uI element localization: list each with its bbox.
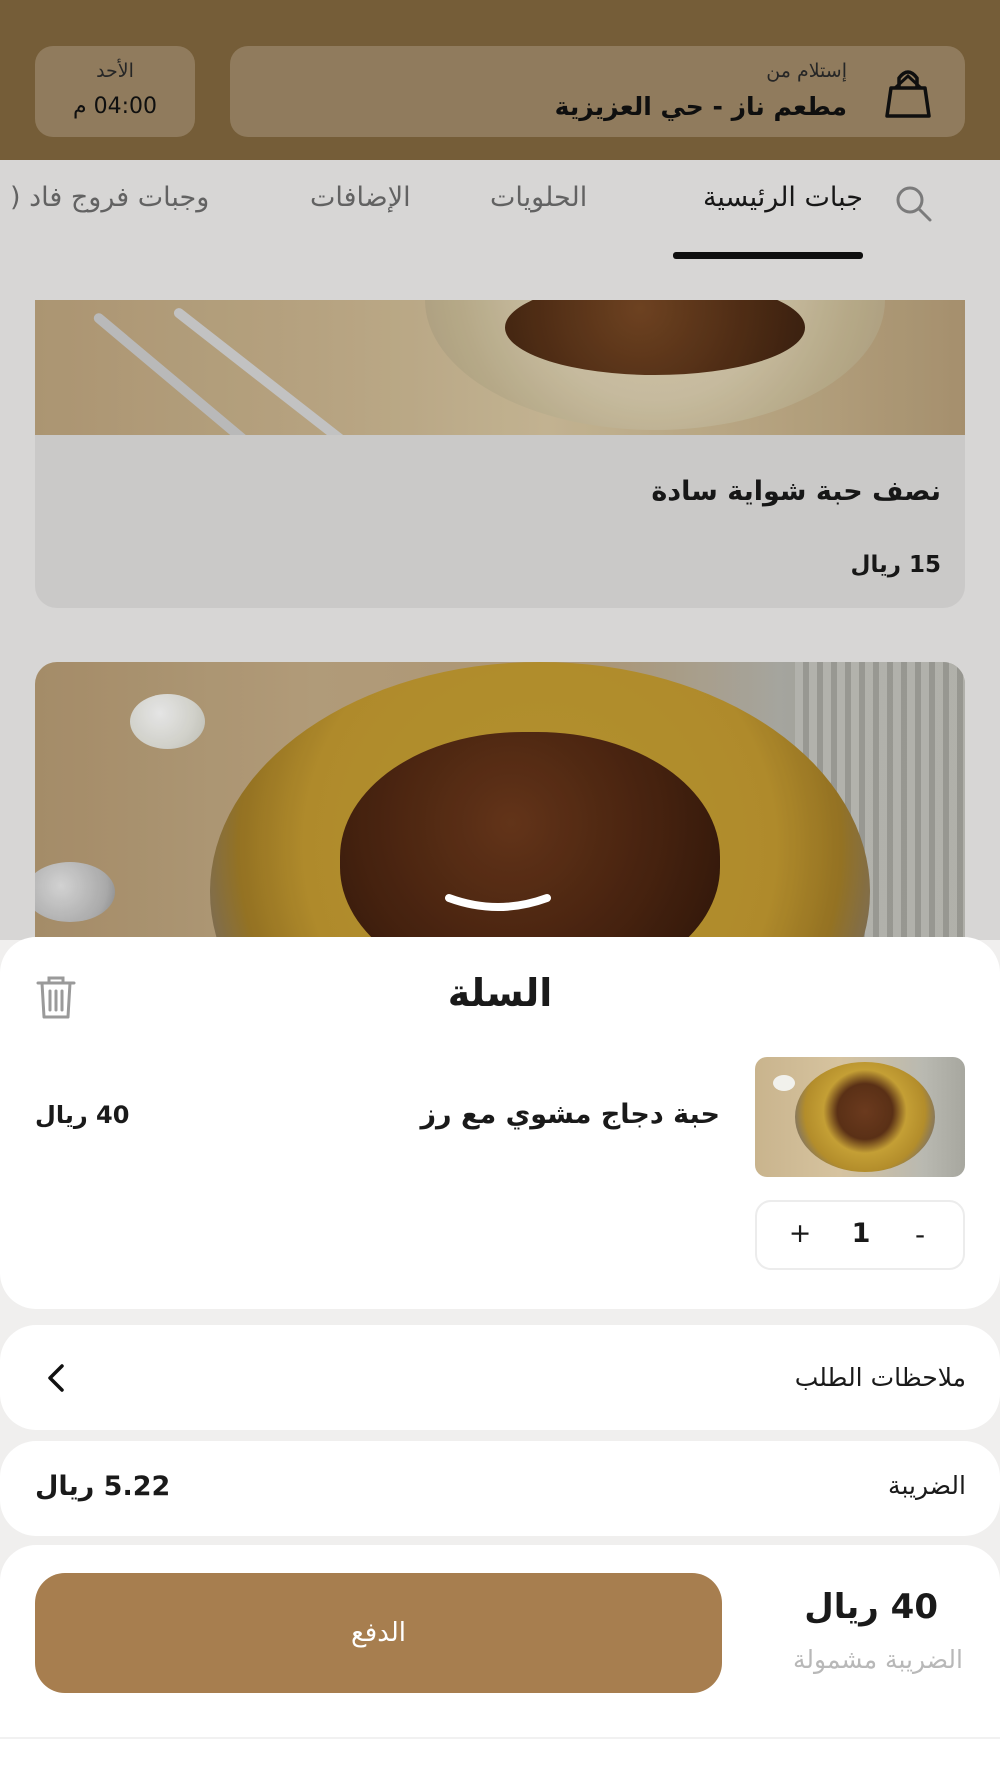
- tab-main-meals[interactable]: جبات الرئيسية: [703, 182, 863, 213]
- cart-item-name: حبة دجاج مشوي مع رز: [420, 1099, 720, 1130]
- pickup-day: الأحد: [96, 60, 134, 82]
- tab-desserts[interactable]: الحلويات: [490, 182, 587, 213]
- active-tab-indicator: [673, 252, 863, 259]
- cart-item-price: 40 ريال: [35, 1101, 130, 1129]
- pickup-time: 04:00 م: [72, 94, 158, 119]
- quantity-stepper: - 1 +: [755, 1200, 965, 1270]
- order-notes-row[interactable]: ملاحظات الطلب: [0, 1325, 1000, 1430]
- trash-icon[interactable]: [34, 973, 78, 1021]
- tab-additions[interactable]: الإضافات: [310, 182, 411, 213]
- increase-quantity-button[interactable]: +: [785, 1218, 815, 1252]
- pickup-time-card[interactable]: الأحد 04:00 م: [35, 46, 195, 137]
- order-total: 40 ريال: [804, 1587, 938, 1627]
- tax-row: الضريبة 5.22 ريال: [0, 1441, 1000, 1536]
- pickup-label: إستلام من: [766, 60, 847, 82]
- decrease-quantity-button[interactable]: -: [905, 1218, 935, 1252]
- pickup-location-card[interactable]: إستلام من مطعم ناز - حي العزيزية: [230, 46, 965, 137]
- cart-item-photo: [755, 1057, 965, 1177]
- menu-item-name: نصف حبة شواية سادة: [651, 476, 941, 507]
- cart-title: السلة: [447, 971, 553, 1015]
- pay-button[interactable]: الدفع: [35, 1573, 722, 1693]
- order-notes-label: ملاحظات الطلب: [794, 1363, 966, 1392]
- quantity-value: 1: [851, 1218, 871, 1249]
- search-icon[interactable]: [892, 182, 936, 226]
- tax-value: 5.22 ريال: [35, 1471, 171, 1502]
- chevron-left-icon: [48, 1364, 64, 1392]
- tax-label: الضريبة: [888, 1471, 966, 1500]
- checkout-bar: 40 ريال الضريبة مشمولة الدفع: [0, 1545, 1000, 1778]
- app-header: إستلام من مطعم ناز - حي العزيزية الأحد 0…: [0, 0, 1000, 160]
- sheet-drag-handle[interactable]: [443, 890, 553, 916]
- menu-item-card[interactable]: نصف حبة شواية سادة 15 ريال: [35, 300, 965, 608]
- category-tabs: جبات الرئيسية الحلويات الإضافات وجبات فر…: [0, 160, 1000, 270]
- menu-item-price: 15 ريال: [850, 552, 942, 578]
- pickup-location: مطعم ناز - حي العزيزية: [554, 92, 847, 121]
- tax-included-note: الضريبة مشمولة: [793, 1645, 963, 1674]
- tab-chicken-meals[interactable]: وجبات فروج فاد (: [10, 182, 209, 213]
- bottom-divider: [0, 1737, 1000, 1739]
- cart-sheet: السلة حبة دجاج مشوي مع رز 40 ريال - 1 +: [0, 937, 1000, 1309]
- shopping-bag-icon: [885, 70, 931, 118]
- menu-item-photo: [35, 300, 965, 435]
